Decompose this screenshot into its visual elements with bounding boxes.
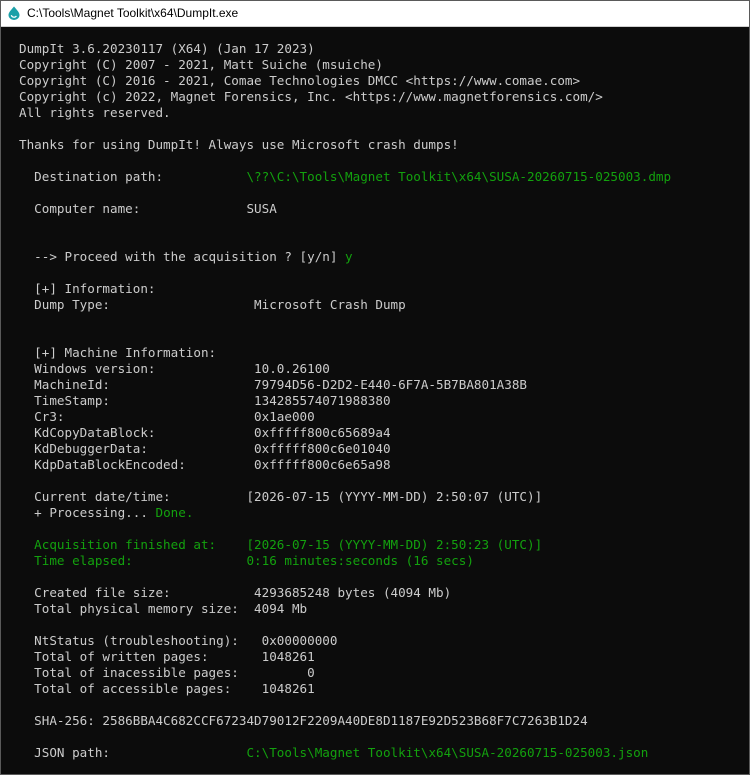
- console-line: Total of written pages: 1048261: [19, 649, 744, 665]
- console-text: MachineId: 79794D56-D2D2-E440-6F7A-5B7BA…: [19, 377, 527, 392]
- console-text: KdDebuggerData: 0xfffff800c6e01040: [19, 441, 391, 456]
- console-text: All rights reserved.: [19, 105, 171, 120]
- console-text: [+] Machine Information:: [19, 345, 217, 360]
- console-text: Created file size: 4293685248 bytes (409…: [19, 585, 452, 600]
- console-line: Acquisition finished at: [2026-07-15 (YY…: [19, 537, 744, 553]
- console-line: Destination path: \??\C:\Tools\Magnet To…: [19, 169, 744, 185]
- console-line: DumpIt 3.6.20230117 (X64) (Jan 17 2023): [19, 41, 744, 57]
- console-text: TimeStamp: 134285574071988380: [19, 393, 391, 408]
- console-text: Current date/time: [2026-07-15 (YYYY-MM-…: [19, 489, 543, 504]
- console-line: Windows version: 10.0.26100: [19, 361, 744, 377]
- console-line: KdCopyDataBlock: 0xfffff800c65689a4: [19, 425, 744, 441]
- console-text: Time elapsed: 0:16 minutes:seconds (16 s…: [19, 553, 474, 568]
- console-line: [+] Information:: [19, 281, 744, 297]
- console-window[interactable]: C:\Tools\Magnet Toolkit\x64\DumpIt.exe D…: [0, 0, 750, 775]
- title-bar[interactable]: C:\Tools\Magnet Toolkit\x64\DumpIt.exe: [1, 1, 749, 27]
- console-text: Computer name: SUSA: [19, 201, 277, 216]
- dumpit-app-icon: [8, 6, 20, 20]
- console-line: NtStatus (troubleshooting): 0x00000000: [19, 633, 744, 649]
- console-text: KdCopyDataBlock: 0xfffff800c65689a4: [19, 425, 391, 440]
- console-text: Total of inacessible pages: 0: [19, 665, 315, 680]
- console-line: Copyright (C) 2016 - 2021, Comae Technol…: [19, 73, 744, 89]
- console-line: Current date/time: [2026-07-15 (YYYY-MM-…: [19, 489, 744, 505]
- console-text: Total of written pages: 1048261: [19, 649, 315, 664]
- console-text: Acquisition finished at: [2026-07-15 (YY…: [19, 537, 543, 552]
- console-text: JSON path:: [19, 745, 247, 760]
- console-line: KdDebuggerData: 0xfffff800c6e01040: [19, 441, 744, 457]
- console-text: Dump Type: Microsoft Crash Dump: [19, 297, 406, 312]
- console-text: C:\Tools\Magnet Toolkit\x64\SUSA-2026071…: [246, 745, 649, 760]
- console-text: Cr3: 0x1ae000: [19, 409, 315, 424]
- console-text: Done.: [155, 505, 194, 520]
- console-text: SHA-256: 2586BBA4C682CCF67234D79012F2209…: [19, 713, 588, 728]
- console-text: Copyright (C) 2007 - 2021, Matt Suiche (…: [19, 57, 383, 72]
- console-text: DumpIt 3.6.20230117 (X64) (Jan 17 2023): [19, 41, 315, 56]
- console-line: TimeStamp: 134285574071988380: [19, 393, 744, 409]
- console-line: Total of inacessible pages: 0: [19, 665, 744, 681]
- console-line: MachineId: 79794D56-D2D2-E440-6F7A-5B7BA…: [19, 377, 744, 393]
- console-text: Destination path:: [19, 169, 247, 184]
- console-line: --> Proceed with the acquisition ? [y/n]…: [19, 249, 744, 265]
- console-line: KdpDataBlockEncoded: 0xfffff800c6e65a98: [19, 457, 744, 473]
- console-text: --> Proceed with the acquisition ? [y/n]: [19, 249, 346, 264]
- console-text: + Processing...: [19, 505, 156, 520]
- console-line: SHA-256: 2586BBA4C682CCF67234D79012F2209…: [19, 713, 744, 729]
- console-text: Thanks for using DumpIt! Always use Micr…: [19, 137, 459, 152]
- console-text: y: [345, 249, 353, 264]
- console-text: KdpDataBlockEncoded: 0xfffff800c6e65a98: [19, 457, 391, 472]
- console-text: Copyright (c) 2022, Magnet Forensics, In…: [19, 89, 603, 104]
- console-text: Windows version: 10.0.26100: [19, 361, 330, 376]
- console-text: Copyright (C) 2016 - 2021, Comae Technol…: [19, 73, 581, 88]
- console-text: NtStatus (troubleshooting): 0x00000000: [19, 633, 338, 648]
- console-text: \??\C:\Tools\Magnet Toolkit\x64\SUSA-202…: [246, 169, 672, 184]
- console-line: Total of accessible pages: 1048261: [19, 681, 744, 697]
- console-line: Copyright (C) 2007 - 2021, Matt Suiche (…: [19, 57, 744, 73]
- console-output: DumpIt 3.6.20230117 (X64) (Jan 17 2023) C…: [19, 41, 744, 761]
- console-line: [+] Machine Information:: [19, 345, 744, 361]
- console-line: Computer name: SUSA: [19, 201, 744, 217]
- console-line: Created file size: 4293685248 bytes (409…: [19, 585, 744, 601]
- console-text: Total physical memory size: 4094 Mb: [19, 601, 308, 616]
- console-line: JSON path: C:\Tools\Magnet Toolkit\x64\S…: [19, 745, 744, 761]
- console-text: Total of accessible pages: 1048261: [19, 681, 315, 696]
- console-line: All rights reserved.: [19, 105, 744, 121]
- console-text: [+] Information:: [19, 281, 156, 296]
- console-line: Time elapsed: 0:16 minutes:seconds (16 s…: [19, 553, 744, 569]
- console-line: Total physical memory size: 4094 Mb: [19, 601, 744, 617]
- console-line: Thanks for using DumpIt! Always use Micr…: [19, 137, 744, 153]
- console-line: Copyright (c) 2022, Magnet Forensics, In…: [19, 89, 744, 105]
- console-line: + Processing... Done.: [19, 505, 744, 521]
- console-line: Cr3: 0x1ae000: [19, 409, 744, 425]
- console-line: Dump Type: Microsoft Crash Dump: [19, 297, 744, 313]
- window-title: C:\Tools\Magnet Toolkit\x64\DumpIt.exe: [27, 6, 239, 20]
